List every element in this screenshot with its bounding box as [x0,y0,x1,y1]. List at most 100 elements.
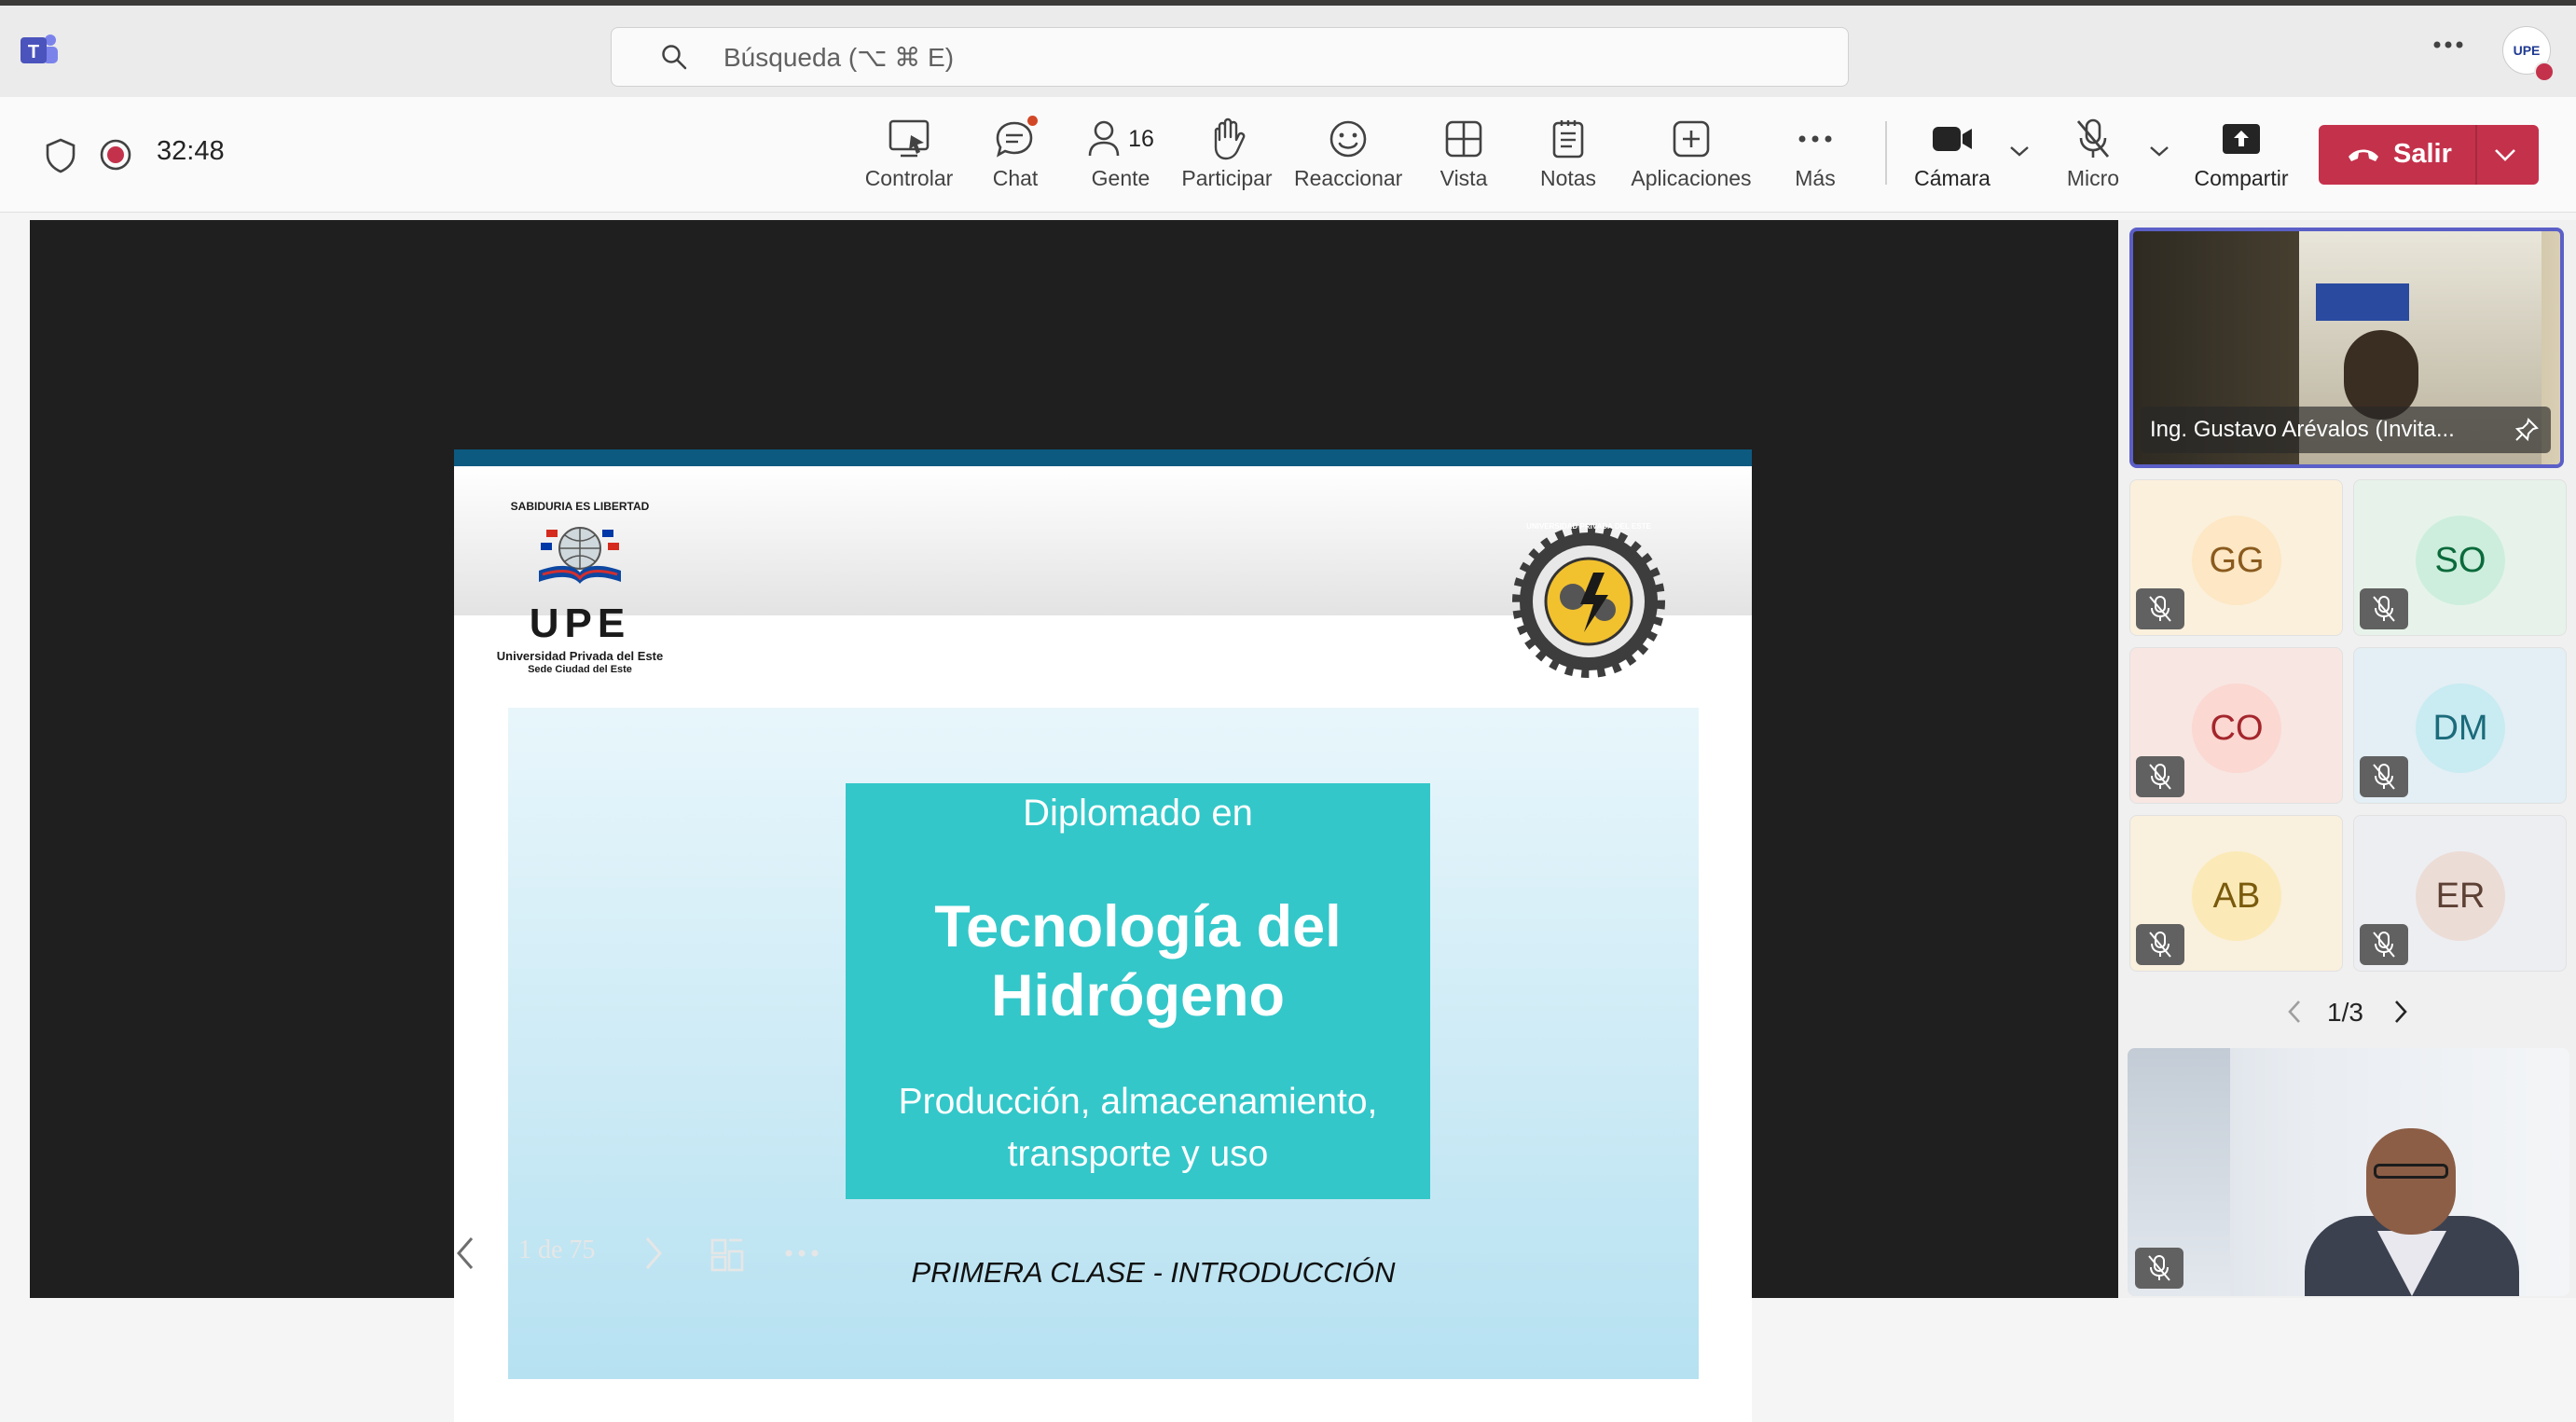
share-label: Compartir [2194,166,2289,190]
slide-more-icon[interactable] [783,1246,820,1261]
featured-video-tile[interactable]: Ing. Gustavo Arévalos (Invita... [2129,228,2564,468]
leave-options-chevron-icon[interactable] [2492,145,2518,164]
share-screen-icon [2191,116,2292,162]
participant-avatar: GG [2192,516,2281,605]
microphone-label: Micro [2066,166,2120,190]
upe-globe-icon [533,517,627,591]
participant-initials: DM [2432,708,2488,748]
recording-icon [99,138,132,172]
view-label: Vista [1440,166,1488,190]
upe-logo-text: UPE [529,601,631,646]
engineering-seal-logo: UNIVERSIDAD PRIVADA DEL ESTE [1511,522,1666,679]
more-horizontal-icon [1790,116,1840,162]
slide-grid-icon[interactable] [709,1236,746,1274]
status-badge [2534,62,2555,82]
participant-tile[interactable]: ER [2353,815,2567,972]
tiles-pagination: 1/3 [2327,998,2363,1027]
grid-view-icon [1434,116,1494,162]
raise-hand-button[interactable]: Participar [1178,116,1275,200]
upe-logo: SABIDURIA ES LIBERTAD UPE Universidad Pr… [491,500,668,675]
self-mic-muted-icon [2135,1248,2183,1289]
apps-add-icon [1628,116,1755,162]
mic-muted-icon [2360,924,2408,965]
tiles-previous-page-icon[interactable] [2284,998,2305,1026]
more-options-icon[interactable] [2430,35,2467,54]
mic-options-chevron-icon[interactable] [2148,144,2170,159]
title-bar: T Búsqueda (⌥ ⌘ E) UPE [0,6,2576,97]
raise-hand-label: Participar [1181,166,1273,190]
teams-logo-icon[interactable]: T [19,32,60,69]
featured-name-plate: Ing. Gustavo Arévalos (Invita... [2141,407,2551,453]
participant-tile[interactable]: SO [2353,479,2567,636]
mic-muted-icon [2360,756,2408,797]
view-button[interactable]: Vista [1434,116,1494,200]
left-edge [0,213,30,1298]
slide-top-bar [454,449,1752,466]
control-label: Controlar [864,166,954,190]
share-button[interactable]: Compartir [2191,116,2292,200]
mic-muted-icon [2136,924,2184,965]
seal-text: UNIVERSIDAD PRIVADA DEL ESTE [1526,522,1651,531]
participants-panel: Ing. Gustavo Arévalos (Invita... GG SO C… [2118,220,2576,1298]
slide-subheading-line1: Producción, almacenamiento, [898,1082,1378,1122]
meeting-timer: 32:48 [157,136,225,166]
participant-initials: AB [2212,876,2261,916]
search-box[interactable]: Búsqueda (⌥ ⌘ E) [611,27,1849,87]
control-icon [850,116,968,162]
participant-avatar: SO [2416,516,2505,605]
participant-tile[interactable]: CO [2129,647,2343,804]
apps-button[interactable]: Aplicaciones [1628,116,1755,200]
people-button[interactable]: 16 Gente [1081,116,1160,200]
upe-name: Universidad Privada del Este [496,649,664,663]
upe-sede: Sede Ciudad del Este [528,664,632,675]
more-button[interactable]: Más [1790,116,1840,200]
control-button[interactable]: Controlar [850,116,968,200]
chat-icon [986,116,1044,162]
camera-button[interactable]: Cámara [1911,116,1993,200]
shared-slide: SABIDURIA ES LIBERTAD UPE Universidad Pr… [454,449,1752,1422]
chat-button[interactable]: Chat [986,116,1044,200]
presentation-stage: SABIDURIA ES LIBERTAD UPE Universidad Pr… [30,220,2118,1422]
notes-button[interactable]: Notas [1533,116,1604,200]
hang-up-icon [2345,142,2382,168]
notes-label: Notas [1539,166,1597,190]
mic-muted-icon [2136,756,2184,797]
self-video-glasses [2374,1164,2448,1179]
leave-button[interactable]: Salir [2319,125,2539,185]
tiles-next-page-icon[interactable] [2390,998,2411,1026]
participant-initials: SO [2434,540,2486,580]
leave-divider [2475,125,2477,185]
mic-muted-icon [2136,588,2184,629]
participant-avatar: CO [2192,683,2281,773]
gear-icon [1512,525,1665,678]
mic-muted-icon [2360,588,2408,629]
react-button[interactable]: Reaccionar [1294,116,1402,200]
apps-label: Aplicaciones [1631,166,1752,190]
slide-title-box: Diplomado en Tecnología del Hidrógeno Pr… [846,783,1430,1199]
chat-label: Chat [992,166,1039,190]
react-label: Reaccionar [1294,166,1403,190]
upe-motto: SABIDURIA ES LIBERTAD [510,500,650,513]
participant-tile[interactable]: AB [2129,815,2343,972]
pin-icon[interactable] [2514,417,2540,443]
shield-icon[interactable] [45,138,76,173]
featured-participant-name: Ing. Gustavo Arévalos (Invita... [2150,417,2455,442]
slide-heading-line2: Hidrógeno [991,963,1285,1029]
search-input[interactable]: Búsqueda (⌥ ⌘ E) [723,42,954,73]
participant-tile[interactable]: GG [2129,479,2343,636]
self-video-tile[interactable] [2128,1048,2569,1296]
slide-content-panel: Diplomado en Tecnología del Hidrógeno Pr… [508,708,1699,1379]
meeting-toolbar: 32:48 Controlar Chat 16 Gente Participar… [0,97,2576,213]
smile-icon [1294,116,1402,162]
slide-counter: 1 de 75 [518,1236,596,1264]
people-icon-wrap: 16 [1081,116,1160,162]
participant-tile[interactable]: DM [2353,647,2567,804]
participant-initials: CO [2210,708,2264,748]
previous-slide-icon[interactable] [453,1235,477,1272]
microphone-button[interactable]: Micro [2060,116,2126,200]
slide-heading-line1: Tecnología del [934,894,1342,960]
slide-heading-small: Diplomado en [1023,793,1253,834]
camera-options-chevron-icon[interactable] [2008,144,2031,159]
leave-label: Salir [2393,139,2452,169]
next-slide-icon[interactable] [641,1235,666,1272]
